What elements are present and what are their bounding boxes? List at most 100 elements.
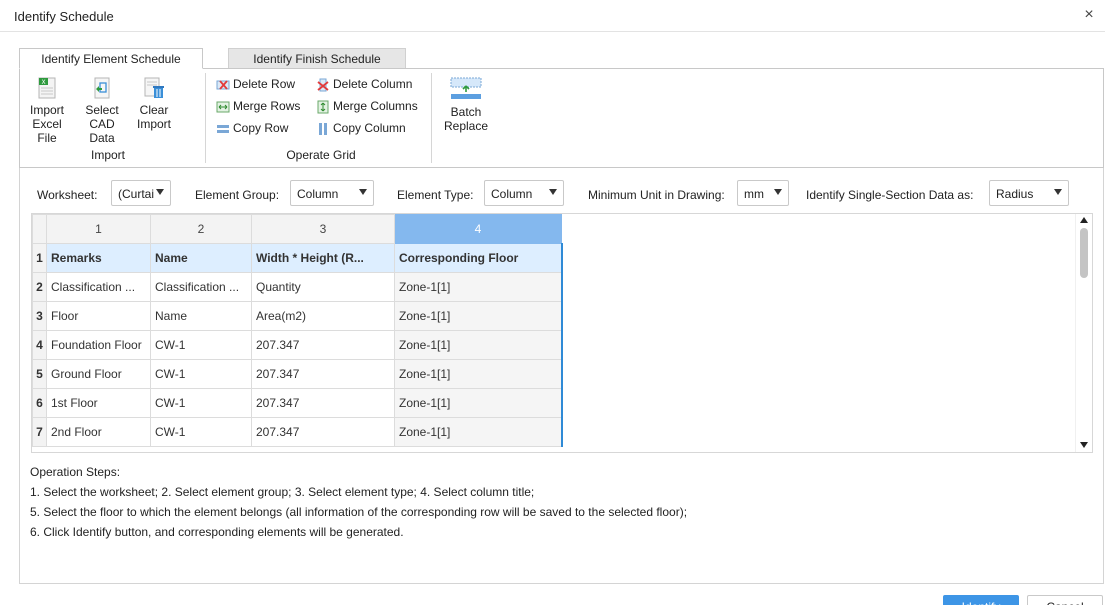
table-row: 6 1st Floor CW-1 207.347 Zone-1[1] (32, 388, 563, 418)
column-header-3[interactable]: 3 (251, 214, 395, 244)
row-number[interactable]: 5 (32, 359, 47, 389)
element-group-select[interactable]: Column (290, 180, 374, 206)
close-icon[interactable]: × (1079, 5, 1099, 25)
row-number[interactable]: 7 (32, 417, 47, 447)
table-cell[interactable]: CW-1 (150, 359, 252, 389)
step-line: 5. Select the floor to which the element… (30, 505, 688, 519)
table-row: 2 Classification ... Classification ... … (32, 272, 563, 302)
merge-columns-icon (317, 100, 329, 114)
table-cell[interactable]: 207.347 (251, 359, 395, 389)
dialog-title: Identify Schedule (14, 9, 114, 24)
ribbon: X Import Excel File Select CAD Data Clea… (19, 68, 1104, 168)
element-group-label: Element Group: (195, 188, 280, 202)
table-cell[interactable]: Foundation Floor (46, 330, 151, 360)
scroll-up-icon[interactable] (1080, 217, 1088, 223)
table-cell[interactable]: Zone-1[1] (394, 359, 563, 389)
cad-data-icon (94, 77, 110, 99)
batch-replace-button[interactable]: Batch Replace (441, 77, 491, 133)
table-cell[interactable]: 207.347 (251, 388, 395, 418)
table-cell[interactable]: Zone-1[1] (394, 272, 563, 302)
import-excel-line2: Excel File (32, 117, 62, 145)
column-header-2[interactable]: 2 (150, 214, 252, 244)
table-cell[interactable]: CW-1 (150, 330, 252, 360)
min-unit-value: mm (744, 187, 764, 201)
worksheet-select[interactable]: (Curtai (111, 180, 171, 206)
delete-column-icon (317, 78, 329, 92)
table-cell[interactable]: CW-1 (150, 388, 252, 418)
table-cell[interactable]: Area(m2) (251, 301, 395, 331)
title-bar: Identify Schedule × (0, 0, 1105, 32)
scroll-down-icon[interactable] (1080, 442, 1088, 448)
element-type-select[interactable]: Column (484, 180, 564, 206)
merge-rows-icon (216, 101, 230, 113)
table-cell[interactable]: 207.347 (251, 417, 395, 447)
table-cell[interactable]: Ground Floor (46, 359, 151, 389)
table-row: 3 Floor Name Area(m2) Zone-1[1] (32, 301, 563, 331)
table-cell[interactable]: Classification ... (150, 272, 252, 302)
table-cell[interactable]: Name (150, 301, 252, 331)
row-number[interactable]: 3 (32, 301, 47, 331)
table-cell[interactable]: Corresponding Floor (394, 243, 563, 273)
table-cell[interactable]: Zone-1[1] (394, 417, 563, 447)
clear-import-icon (144, 77, 164, 98)
identify-button[interactable]: Identify (943, 595, 1019, 605)
table-cell[interactable]: Name (150, 243, 252, 273)
element-type-value: Column (491, 187, 533, 201)
import-excel-file-button[interactable]: X Import Excel File (26, 77, 68, 145)
table-cell[interactable]: 207.347 (251, 330, 395, 360)
ribbon-separator (205, 73, 206, 163)
table-cell[interactable]: 1st Floor (46, 388, 151, 418)
column-header-4-selected[interactable]: 4 (394, 214, 562, 244)
clear-import-line1: Clear (139, 103, 169, 117)
table-cell[interactable]: CW-1 (150, 417, 252, 447)
table-cell[interactable]: Floor (46, 301, 151, 331)
schedule-table: 1 2 3 4 1 Remarks Name Width * Height (R… (32, 214, 563, 447)
import-group-label: Import (90, 148, 125, 162)
table-row: 7 2nd Floor CW-1 207.347 Zone-1[1] (32, 417, 563, 447)
row-number[interactable]: 1 (32, 243, 47, 273)
import-excel-line1: Import (29, 103, 64, 117)
single-section-select[interactable]: Radius (989, 180, 1069, 206)
delete-row-button[interactable]: Delete Row (216, 75, 295, 93)
step-line: 6. Click Identify button, and correspond… (30, 525, 404, 539)
dialog-body: Identify Element Schedule Identify Finis… (0, 32, 1105, 605)
copy-row-icon (217, 124, 229, 133)
tab-identify-finish-schedule[interactable]: Identify Finish Schedule (228, 48, 406, 69)
single-section-value: Radius (996, 187, 1034, 201)
operation-steps: Operation Steps: 1. Select the worksheet… (30, 462, 1090, 542)
table-cell[interactable]: Zone-1[1] (394, 388, 563, 418)
table-cell[interactable]: Quantity (251, 272, 395, 302)
chevron-down-icon (1054, 189, 1062, 195)
table-cell[interactable]: Classification ... (46, 272, 151, 302)
delete-column-button[interactable]: Delete Column (316, 75, 412, 93)
min-unit-select[interactable]: mm (737, 180, 789, 206)
column-header-1[interactable]: 1 (46, 214, 151, 244)
merge-columns-button[interactable]: Merge Columns (316, 97, 418, 115)
table-cell[interactable]: Remarks (46, 243, 151, 273)
table-cell[interactable]: 2nd Floor (46, 417, 151, 447)
select-cad-data-button[interactable]: Select CAD Data (76, 77, 128, 145)
row-number[interactable]: 6 (32, 388, 47, 418)
vertical-scrollbar[interactable] (1075, 214, 1092, 452)
table-cell[interactable]: Zone-1[1] (394, 301, 563, 331)
merge-rows-button[interactable]: Merge Rows (216, 97, 300, 115)
row-number[interactable]: 2 (32, 272, 47, 302)
min-unit-label: Minimum Unit in Drawing: (588, 188, 725, 202)
tab-identify-element-schedule[interactable]: Identify Element Schedule (19, 48, 203, 69)
table-cell[interactable]: Width * Height (R... (251, 243, 395, 273)
copy-row-button[interactable]: Copy Row (216, 119, 288, 137)
scroll-thumb[interactable] (1080, 228, 1088, 278)
chevron-down-icon (774, 189, 782, 195)
schedule-grid[interactable]: 1 2 3 4 1 Remarks Name Width * Height (R… (31, 213, 1093, 453)
table-cell[interactable]: Zone-1[1] (394, 330, 563, 360)
steps-title: Operation Steps: (30, 465, 121, 479)
column-number-row: 1 2 3 4 (32, 214, 562, 244)
chevron-down-icon (156, 189, 164, 195)
copy-row-label: Copy Row (233, 121, 289, 135)
merge-rows-label: Merge Rows (233, 99, 301, 113)
cancel-button[interactable]: Cancel (1027, 595, 1103, 605)
row-number[interactable]: 4 (32, 330, 47, 360)
clear-import-button[interactable]: Clear Import (134, 77, 174, 131)
filter-bar: Worksheet: (Curtai Element Group: Column… (19, 176, 1104, 210)
copy-column-button[interactable]: Copy Column (316, 119, 406, 137)
